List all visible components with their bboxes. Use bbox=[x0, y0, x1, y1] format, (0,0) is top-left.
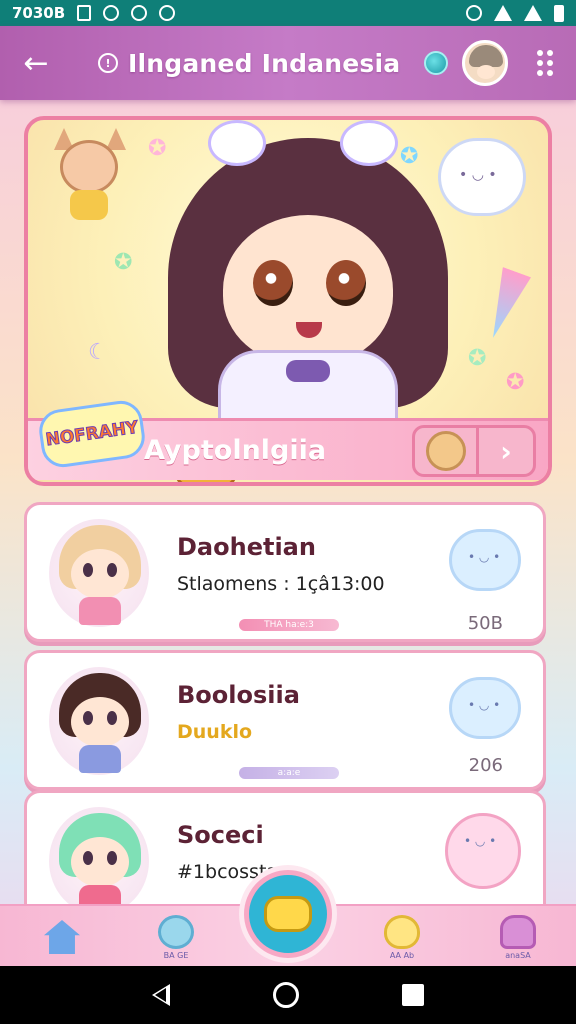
nav-bunny-label: AA Ab bbox=[389, 950, 415, 960]
hero-card[interactable]: ✪ ✪ ☾ ✪ ✪ ✪ NOFRAHY Ayptolnlgiia › bbox=[24, 116, 552, 486]
character-avatar bbox=[49, 667, 149, 775]
character-avatar bbox=[49, 807, 149, 915]
app-title: Ilnganed Indanesia bbox=[128, 48, 401, 78]
status-bar: 7030B bbox=[0, 0, 576, 26]
home-icon bbox=[44, 920, 80, 954]
center-action-button[interactable] bbox=[244, 870, 332, 958]
system-recents-icon[interactable] bbox=[402, 984, 425, 1006]
hero-badge-label: NOFRAHY bbox=[44, 417, 140, 451]
nav-chat-label: BA GE bbox=[163, 950, 189, 960]
hero-banner: NOFRAHY Ayptolnlgiia › bbox=[28, 398, 548, 480]
card-title: Daohetian bbox=[177, 533, 316, 561]
banner-thumbnail[interactable] bbox=[415, 428, 479, 474]
nav-monster-label: anaSA bbox=[505, 950, 531, 960]
record-icon bbox=[159, 5, 176, 21]
battery-icon bbox=[554, 4, 564, 22]
nav-bunny[interactable]: AA Ab bbox=[362, 908, 442, 966]
info-icon[interactable]: ! bbox=[98, 53, 118, 73]
system-home-icon[interactable] bbox=[272, 982, 299, 1008]
card-title: Boolosiia bbox=[177, 681, 300, 709]
star-icon: ✪ bbox=[468, 346, 487, 371]
sync-icon bbox=[103, 5, 120, 21]
moon-icon: ☾ bbox=[88, 340, 108, 365]
chevron-right-icon[interactable]: › bbox=[479, 428, 533, 474]
card-tag: THA ha:e:3 bbox=[239, 619, 339, 631]
settings-icon bbox=[131, 5, 148, 21]
system-back-icon[interactable] bbox=[151, 984, 170, 1006]
character-avatar bbox=[49, 519, 149, 627]
notification-icon bbox=[77, 5, 92, 21]
system-nav-bar bbox=[0, 966, 576, 1024]
hero-character bbox=[148, 120, 468, 430]
hero-badge: NOFRAHY bbox=[36, 398, 148, 470]
status-left: 7030B bbox=[12, 4, 176, 22]
globe-icon[interactable] bbox=[424, 51, 449, 75]
ice-cream-icon bbox=[479, 267, 531, 343]
card-count: 50B bbox=[467, 613, 503, 634]
nav-monster[interactable]: anaSA bbox=[478, 908, 558, 966]
character-thumb-icon bbox=[425, 431, 466, 471]
card-tag: a:a:e bbox=[239, 767, 339, 779]
sun-mascot-icon bbox=[264, 896, 312, 932]
monster-icon bbox=[500, 914, 536, 949]
chat-bubble-icon bbox=[158, 914, 194, 949]
title-wrap: ! Ilnganed Indanesia bbox=[98, 48, 449, 78]
card-subtitle: Duuklo bbox=[177, 721, 253, 743]
bunny-icon bbox=[384, 914, 420, 949]
banner-actions: › bbox=[412, 425, 536, 477]
nav-home[interactable] bbox=[22, 908, 102, 966]
cloud-mascot-icon bbox=[449, 529, 521, 591]
cat-character-icon bbox=[445, 813, 521, 889]
star-icon: ✪ bbox=[506, 370, 525, 395]
card-count: 206 bbox=[468, 755, 503, 776]
cloud-mascot-icon bbox=[449, 677, 521, 739]
back-arrow-icon[interactable]: ← bbox=[14, 41, 58, 85]
list-item[interactable]: Boolosiia Duuklo a:a:e 206 bbox=[24, 650, 546, 790]
card-subtitle: Stlaomens : 1çâ13:00 bbox=[177, 573, 385, 595]
list-item[interactable]: Daohetian Stlaomens : 1çâ13:00 THA ha:e:… bbox=[24, 502, 546, 642]
nav-chat[interactable]: BA GE bbox=[136, 908, 216, 966]
kitten-character bbox=[46, 128, 138, 228]
more-grid-icon[interactable] bbox=[528, 46, 562, 80]
hero-title: Ayptolnlgiia bbox=[144, 435, 327, 466]
status-time: 7030B bbox=[12, 4, 66, 22]
app-bar: ← ! Ilnganed Indanesia bbox=[0, 26, 576, 100]
star-icon: ✪ bbox=[114, 250, 133, 275]
profile-avatar[interactable] bbox=[462, 40, 509, 86]
wifi-icon bbox=[494, 5, 512, 21]
status-right bbox=[466, 4, 564, 22]
card-title: Soceci bbox=[177, 821, 264, 849]
alarm-icon bbox=[466, 5, 482, 21]
signal-icon bbox=[524, 5, 542, 21]
